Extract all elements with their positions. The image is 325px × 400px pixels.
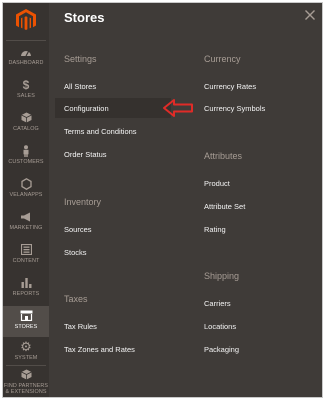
dashboard-icon (20, 44, 32, 59)
megaphone-icon (20, 209, 32, 224)
menu-link-locations[interactable]: Locations (204, 322, 236, 331)
panel-title: Stores (64, 10, 105, 25)
menu-link-packaging[interactable]: Packaging (204, 345, 239, 354)
menu-link-all-stores[interactable]: All Stores (64, 82, 96, 91)
menu-link-currency-rates[interactable]: Currency Rates (204, 82, 256, 91)
magento-logo[interactable] (16, 9, 36, 31)
sidebar-item-catalog[interactable]: CATALOG (3, 110, 49, 142)
sidebar-item-label: FIND PARTNERS & EXTENSIONS (3, 383, 49, 395)
menu-link-rating[interactable]: Rating (204, 225, 226, 234)
sidebar-item-customers[interactable]: CUSTOMERS (3, 143, 49, 175)
sidebar-item-find-partners-extensions[interactable]: FIND PARTNERS & EXTENSIONS (3, 367, 49, 397)
sidebar-item-label: MARKETING (9, 225, 43, 231)
hexagon-icon (20, 176, 32, 191)
close-icon[interactable] (304, 9, 316, 21)
sidebar-item-label: CATALOG (13, 126, 39, 132)
section-title-currency: Currency (204, 54, 241, 64)
sidebar-item-label: VELANAPPS (9, 192, 43, 198)
menu-link-stocks[interactable]: Stocks (64, 248, 87, 257)
menu-link-terms-and-conditions[interactable]: Terms and Conditions (64, 127, 137, 136)
bar-chart-icon (21, 275, 32, 290)
section-title-shipping: Shipping (204, 271, 240, 281)
menu-link-carriers[interactable]: Carriers (204, 299, 231, 308)
sidebar-item-sales[interactable]: $ SALES (3, 77, 49, 109)
sidebar-item-label: SYSTEM (14, 355, 38, 361)
menu-link-configuration[interactable]: Configuration (64, 104, 109, 113)
sidebar-item-label: DASHBOARD (8, 60, 44, 66)
dollar-icon: $ (22, 77, 30, 92)
cube-icon (20, 110, 32, 125)
menu-link-tax-zones-and-rates[interactable]: Tax Zones and Rates (64, 345, 135, 354)
sidebar-item-label: SALES (17, 93, 35, 99)
sidebar-item-reports[interactable]: REPORTS (3, 275, 49, 307)
menu-link-product[interactable]: Product (204, 179, 230, 188)
annotation-arrow-icon (163, 99, 193, 117)
menu-link-tax-rules[interactable]: Tax Rules (64, 322, 97, 331)
section-title-taxes: Taxes (64, 294, 88, 304)
stores-menu-panel: Stores Settings All Stores Configuration… (49, 3, 322, 397)
sidebar-item-marketing[interactable]: MARKETING (3, 209, 49, 241)
admin-sidebar: DASHBOARD $ SALES CATALOG CUSTOMERS VELA… (3, 3, 49, 397)
menu-link-currency-symbols[interactable]: Currency Symbols (204, 104, 265, 113)
sidebar-item-label: CONTENT (12, 258, 40, 264)
extensions-icon (20, 367, 32, 382)
section-title-settings: Settings (64, 54, 97, 64)
content-icon (20, 242, 32, 257)
sidebar-item-label: STORES (14, 324, 38, 330)
store-icon (20, 308, 33, 323)
menu-link-sources[interactable]: Sources (64, 225, 92, 234)
admin-window: DASHBOARD $ SALES CATALOG CUSTOMERS VELA… (2, 2, 323, 398)
sidebar-item-stores[interactable]: STORES (3, 306, 49, 337)
menu-link-attribute-set[interactable]: Attribute Set (204, 202, 245, 211)
menu-link-order-status[interactable]: Order Status (64, 150, 107, 159)
sidebar-item-label: CUSTOMERS (8, 159, 44, 165)
sidebar-item-label: REPORTS (12, 291, 40, 297)
section-title-inventory: Inventory (64, 197, 102, 207)
sidebar-divider (6, 365, 46, 366)
sidebar-divider (6, 40, 46, 41)
sidebar-item-dashboard[interactable]: DASHBOARD (3, 44, 49, 76)
sidebar-item-content[interactable]: CONTENT (3, 242, 49, 274)
gear-icon: ⚙ (20, 338, 32, 354)
person-icon (22, 143, 30, 158)
sidebar-item-velanapps[interactable]: VELANAPPS (3, 176, 49, 208)
section-title-attributes: Attributes (204, 151, 243, 161)
